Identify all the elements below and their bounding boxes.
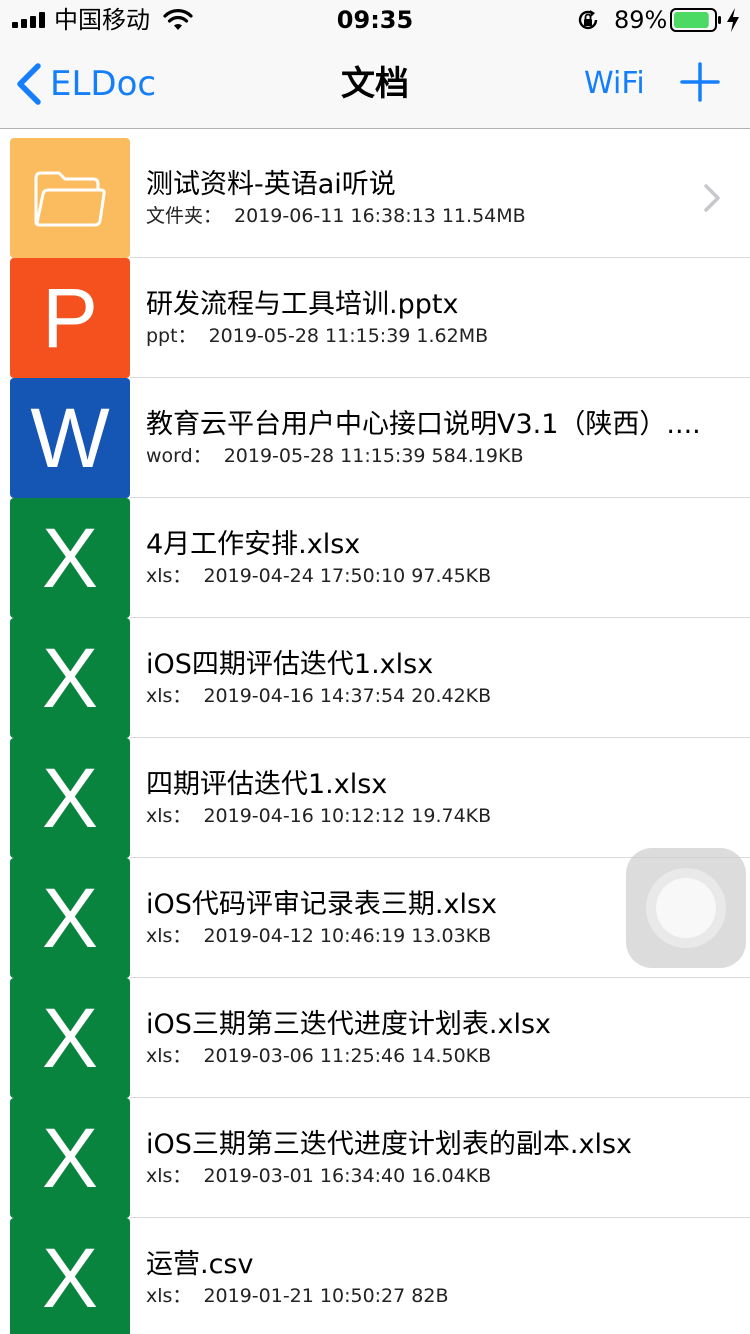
file-type-label: xls： bbox=[146, 805, 192, 827]
file-type-label: xls： bbox=[146, 685, 192, 707]
file-type-label: ppt： bbox=[146, 325, 197, 347]
file-icon-letter: X bbox=[41, 1111, 99, 1205]
word-icon: W bbox=[10, 378, 130, 498]
file-meta: xls： 2019-01-21 10:50:27 82B bbox=[146, 1284, 448, 1308]
navigation-bar: ELDoc 文档 WiFi bbox=[0, 40, 750, 129]
file-name: iOS三期第三迭代进度计划表的副本.xlsx bbox=[146, 1129, 632, 1160]
file-details: 2019-05-28 11:15:39 1.62MB bbox=[208, 325, 489, 347]
file-name: 4月工作安排.xlsx bbox=[146, 529, 361, 560]
file-row[interactable]: P 研发流程与工具培训.pptx ppt： 2019-05-28 11:15:39 1… bbox=[0, 258, 750, 378]
excel-icon: X bbox=[10, 858, 130, 978]
file-row[interactable]: W 教育云平台用户中心接口说明V3.1（陕西）.... word： 2019-05-2… bbox=[0, 378, 750, 498]
add-icon[interactable] bbox=[680, 62, 720, 102]
file-name: 教育云平台用户中心接口说明V3.1（陕西）.... bbox=[146, 409, 701, 440]
file-meta: xls： 2019-04-16 10:12:12 19.74KB bbox=[146, 804, 491, 828]
file-icon-letter: X bbox=[41, 991, 99, 1085]
file-name: iOS三期第三迭代进度计划表.xlsx bbox=[146, 1009, 551, 1040]
excel-icon: X bbox=[10, 978, 130, 1098]
file-row[interactable]: XiOS四期评估迭代1.xlsx xls： 2019-04-16 14:37:54 … bbox=[0, 618, 750, 738]
screen: 中国移动 09:35 89% ELDoc 文档 WiFi 测试资料-英语ai听说… bbox=[0, 0, 750, 1334]
file-details: 2019-03-06 11:25:46 14.50KB bbox=[203, 1045, 492, 1067]
file-row[interactable]: X 4月工作安排.xlsx xls： 2019-04-24 17:50:10 97.4… bbox=[0, 498, 750, 618]
file-meta: xls： 2019-04-24 17:50:10 97.45KB bbox=[146, 564, 491, 588]
folder-row[interactable]: 测试资料-英语ai听说文件夹： 2019-06-11 16:38:13 11.54… bbox=[0, 138, 750, 258]
file-type-label: xls： bbox=[146, 1045, 192, 1067]
file-meta: xls： 2019-03-01 16:34:40 16.04KB bbox=[146, 1164, 491, 1188]
excel-icon: X bbox=[10, 1218, 130, 1334]
file-icon-letter: X bbox=[41, 1231, 99, 1325]
file-row[interactable]: X 四期评估迭代1.xlsx xls： 2019-04-16 10:12:12 19.… bbox=[0, 738, 750, 858]
assistive-touch-button[interactable] bbox=[626, 848, 746, 968]
file-type-label: 文件夹： bbox=[146, 205, 223, 227]
ppt-icon: P bbox=[10, 258, 130, 378]
file-meta: ppt： 2019-05-28 11:15:39 1.62MB bbox=[146, 324, 488, 348]
file-details: 2019-05-28 11:15:39 584.19KB bbox=[223, 445, 524, 467]
excel-icon: X bbox=[10, 498, 130, 618]
file-icon-letter: P bbox=[41, 271, 99, 365]
file-name: 研发流程与工具培训.pptx bbox=[146, 289, 459, 320]
file-name: iOS四期评估迭代1.xlsx bbox=[146, 649, 434, 680]
file-details: 2019-04-12 10:46:19 13.03KB bbox=[203, 925, 492, 947]
file-type-label: xls： bbox=[146, 925, 192, 947]
file-row[interactable]: XiOS三期第三迭代进度计划表的副本.xlsx xls： 2019-03-01 16… bbox=[0, 1098, 750, 1218]
file-type-label: xls： bbox=[146, 1285, 192, 1307]
file-meta: xls： 2019-04-16 14:37:54 20.42KB bbox=[146, 684, 491, 708]
battery-icon bbox=[670, 8, 721, 32]
rotation-lock-icon bbox=[578, 10, 598, 30]
file-name: 运营.csv bbox=[146, 1249, 254, 1280]
file-icon-letter: X bbox=[41, 871, 99, 965]
file-details: 2019-03-01 16:34:40 16.04KB bbox=[203, 1165, 492, 1187]
file-name: 测试资料-英语ai听说 bbox=[146, 169, 396, 200]
file-details: 2019-01-21 10:50:27 82B bbox=[203, 1285, 449, 1307]
file-details: 2019-04-16 10:12:12 19.74KB bbox=[203, 805, 492, 827]
excel-icon: X bbox=[10, 618, 130, 738]
excel-icon: X bbox=[10, 738, 130, 858]
battery-percent: 89% bbox=[614, 6, 668, 34]
file-meta: word： 2019-05-28 11:15:39 584.19KB bbox=[146, 444, 524, 468]
file-list: 测试资料-英语ai听说文件夹： 2019-06-11 16:38:13 11.54… bbox=[0, 138, 750, 1334]
charging-bolt-icon bbox=[727, 8, 739, 32]
file-details: 2019-04-16 14:37:54 20.42KB bbox=[203, 685, 492, 707]
file-name: 四期评估迭代1.xlsx bbox=[146, 769, 388, 800]
status-bar: 中国移动 09:35 89% bbox=[0, 0, 750, 40]
file-type-label: xls： bbox=[146, 565, 192, 587]
file-type-label: xls： bbox=[146, 1165, 192, 1187]
file-meta: 文件夹： 2019-06-11 16:38:13 11.54MB bbox=[146, 204, 526, 228]
file-icon-letter: X bbox=[41, 511, 99, 605]
file-details: 2019-04-24 17:50:10 97.45KB bbox=[203, 565, 492, 587]
file-icon-letter: W bbox=[30, 391, 110, 485]
file-meta: xls： 2019-03-06 11:25:46 14.50KB bbox=[146, 1044, 491, 1068]
folder-icon bbox=[10, 138, 130, 258]
file-type-label: word： bbox=[146, 445, 212, 467]
file-icon-letter: X bbox=[41, 631, 99, 725]
file-icon-letter: X bbox=[41, 751, 99, 845]
file-row[interactable]: XiOS三期第三迭代进度计划表.xlsx xls： 2019-03-06 11:25… bbox=[0, 978, 750, 1098]
file-details: 2019-06-11 16:38:13 11.54MB bbox=[234, 205, 526, 227]
excel-icon: X bbox=[10, 1098, 130, 1218]
file-row[interactable]: X 运营.csv xls： 2019-01-21 10:50:27 82B bbox=[0, 1218, 750, 1334]
wifi-button[interactable]: WiFi bbox=[584, 64, 645, 104]
file-meta: xls： 2019-04-12 10:46:19 13.03KB bbox=[146, 924, 491, 948]
chevron-right-icon bbox=[704, 184, 720, 212]
